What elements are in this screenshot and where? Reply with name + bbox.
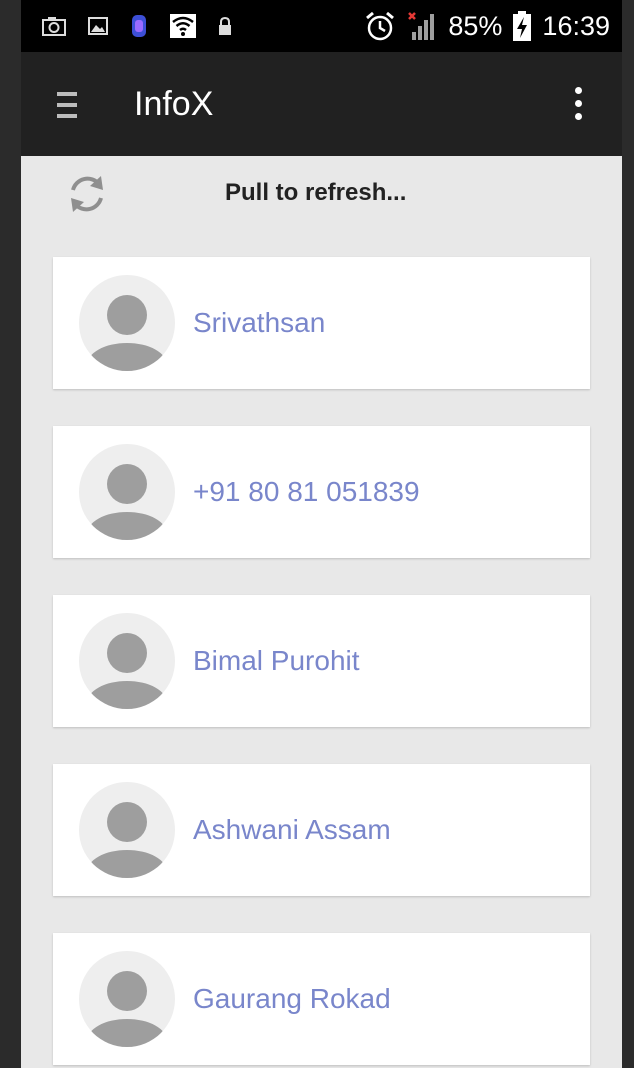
contact-name: Ashwani Assam (193, 814, 391, 845)
status-bar-right: 85% 16:39 (364, 8, 610, 44)
contact-name: Gaurang Rokad (193, 983, 391, 1014)
wifi-icon (170, 14, 196, 38)
hamburger-icon[interactable] (47, 84, 89, 126)
app-screen: 85% 16:39 InfoX Pull to refresh... Sriva… (21, 0, 622, 1068)
contact-card[interactable]: Gaurang Rokad (53, 933, 590, 1065)
status-bar: 85% 16:39 (21, 0, 622, 52)
alarm-icon (366, 11, 395, 41)
pull-to-refresh-indicator: Pull to refresh... (21, 156, 622, 236)
status-time: 16:39 (542, 10, 610, 41)
avatar-placeholder-icon (79, 444, 175, 540)
app-toolbar: InfoX (21, 52, 622, 156)
device-frame: 85% 16:39 InfoX Pull to refresh... Sriva… (0, 0, 634, 1068)
contact-card[interactable]: +91 80 81 051839 (53, 426, 590, 558)
contact-name: Bimal Purohit (193, 645, 360, 676)
contact-name: +91 80 81 051839 (193, 476, 420, 507)
contact-name: Srivathsan (193, 307, 326, 338)
battery-percent: 85% (448, 10, 503, 41)
app-notification-icon (132, 15, 146, 37)
pull-to-refresh-label: Pull to refresh... (225, 179, 407, 206)
lock-icon (219, 16, 231, 35)
avatar-placeholder-icon (79, 782, 175, 878)
contact-card[interactable]: Bimal Purohit (53, 595, 590, 727)
status-bar-left (41, 12, 233, 40)
image-icon (88, 17, 108, 35)
contact-card[interactable]: Ashwani Assam (53, 764, 590, 896)
avatar-placeholder-icon (79, 613, 175, 709)
app-title: InfoX (134, 85, 214, 123)
avatar-placeholder-icon (79, 951, 175, 1047)
avatar-placeholder-icon (79, 275, 175, 371)
battery-icon (513, 11, 532, 41)
camera-icon (42, 17, 66, 36)
refresh-icon (71, 176, 103, 212)
more-vert-icon[interactable] (560, 82, 596, 126)
signal-icon (408, 12, 435, 40)
contact-card[interactable]: Srivathsan (53, 257, 590, 389)
